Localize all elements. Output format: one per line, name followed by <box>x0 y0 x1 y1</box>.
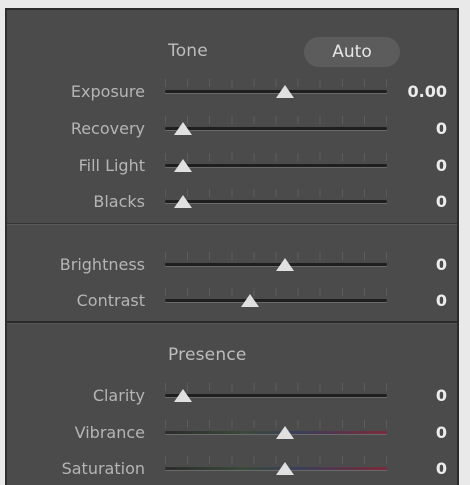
slider-thumb[interactable] <box>276 85 294 98</box>
slider-value[interactable]: 0 <box>436 423 447 442</box>
slider-track[interactable] <box>165 200 387 203</box>
slider-label: Recovery <box>70 119 145 138</box>
slider-row-exposure: Exposure 0.00 <box>7 79 457 105</box>
auto-tone-button[interactable]: Auto <box>304 37 400 67</box>
slider-row-vibrance: Vibrance 0 <box>7 420 457 446</box>
slider-label: Vibrance <box>74 423 145 442</box>
slider-track[interactable] <box>165 394 387 397</box>
slider-label: Brightness <box>59 255 145 274</box>
slider-ticks <box>165 116 387 124</box>
slider-thumb[interactable] <box>276 258 294 271</box>
slider-value[interactable]: 0 <box>436 255 447 274</box>
slider-label: Fill Light <box>78 156 145 175</box>
slider-value[interactable]: 0 <box>436 386 447 405</box>
slider-label: Contrast <box>76 291 145 310</box>
slider-value[interactable]: 0.00 <box>408 82 447 101</box>
slider-thumb[interactable] <box>174 195 192 208</box>
slider-thumb[interactable] <box>174 389 192 402</box>
slider-row-blacks: Blacks 0 <box>7 189 457 215</box>
section-divider <box>7 321 457 323</box>
slider-value[interactable]: 0 <box>436 156 447 175</box>
slider-row-contrast: Contrast 0 <box>7 288 457 314</box>
slider-label: Blacks <box>93 192 145 211</box>
slider-track[interactable] <box>165 299 387 302</box>
slider-ticks <box>165 153 387 161</box>
slider-thumb[interactable] <box>241 294 260 307</box>
slider-row-fill-light: Fill Light 0 <box>7 153 457 179</box>
slider-ticks <box>165 189 387 197</box>
basic-develop-panel: Tone Auto Exposure 0.00 Recovery 0 Fill … <box>5 8 459 485</box>
slider-thumb[interactable] <box>174 122 192 135</box>
section-divider <box>7 223 457 224</box>
slider-thumb[interactable] <box>276 462 294 475</box>
slider-thumb[interactable] <box>174 159 192 172</box>
slider-row-recovery: Recovery 0 <box>7 116 457 142</box>
slider-ticks <box>165 288 387 296</box>
slider-label: Clarity <box>92 386 145 405</box>
slider-label: Exposure <box>70 82 145 101</box>
slider-row-clarity: Clarity 0 <box>7 383 457 409</box>
slider-label: Saturation <box>61 459 145 478</box>
slider-row-brightness: Brightness 0 <box>7 252 457 278</box>
tone-section-title: Tone <box>168 41 208 61</box>
slider-value[interactable]: 0 <box>436 459 447 478</box>
slider-ticks <box>165 383 387 391</box>
slider-value[interactable]: 0 <box>436 192 447 211</box>
slider-track[interactable] <box>165 127 387 130</box>
slider-value[interactable]: 0 <box>436 291 447 310</box>
presence-section-title: Presence <box>168 345 247 365</box>
slider-track[interactable] <box>165 164 387 167</box>
slider-thumb[interactable] <box>276 426 294 439</box>
slider-value[interactable]: 0 <box>436 119 447 138</box>
slider-row-saturation: Saturation 0 <box>7 456 457 482</box>
